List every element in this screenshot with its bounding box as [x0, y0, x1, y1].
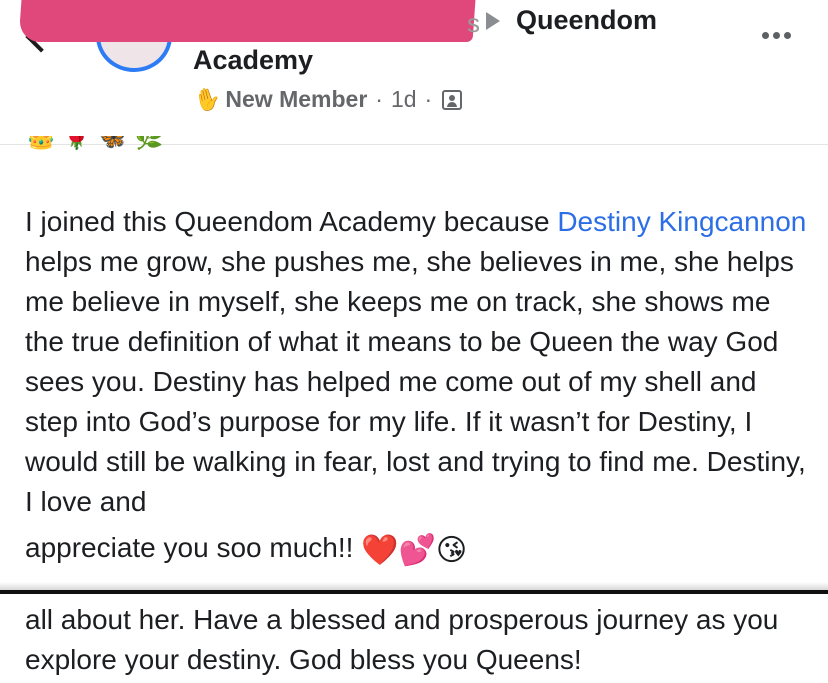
- screenshot-divider: [0, 590, 828, 594]
- group-name-continued[interactable]: Academy: [193, 45, 313, 76]
- post-time[interactable]: 1d: [391, 86, 417, 113]
- more-options-icon[interactable]: [762, 32, 791, 39]
- heart-emojis: ❤️💕😘: [361, 534, 468, 567]
- post-text: I joined this Queendom Academy because D…: [25, 202, 815, 571]
- post-text-intro: I joined this Queendom Academy because: [25, 206, 558, 237]
- post-header: s Queendom Academy ✋ New Member · 1d ·: [0, 0, 828, 145]
- emoji-strip: 👑🌹🦋🌿: [26, 136, 170, 158]
- member-badge[interactable]: New Member: [225, 86, 367, 113]
- screenshot-seam: [0, 582, 828, 590]
- meta-separator: ·: [424, 86, 433, 112]
- triangle-right-icon: [486, 12, 500, 30]
- more-dot: [773, 32, 780, 39]
- redacted-name-tail: s: [467, 8, 480, 38]
- waving-hand-icon: ✋: [191, 83, 225, 115]
- group-name[interactable]: Queendom: [516, 5, 657, 36]
- post-screenshot: s Queendom Academy ✋ New Member · 1d · 👑…: [0, 0, 828, 683]
- group-members-icon: [442, 89, 463, 110]
- post-meta: ✋ New Member · 1d ·: [191, 83, 463, 115]
- mention-link[interactable]: Destiny Kingcannon: [557, 206, 806, 237]
- post-text-main: helps me grow, she pushes me, she believ…: [25, 246, 806, 517]
- more-dot: [762, 32, 769, 39]
- second-post-text: all about her. Have a blessed and prospe…: [25, 604, 779, 675]
- redacted-author-name: [18, 0, 476, 42]
- post-closing-line: appreciate you soo much!! ❤️💕😘: [25, 528, 815, 571]
- emoji-strip-content: 👑🌹🦋🌿: [26, 136, 170, 151]
- more-dot: [784, 32, 791, 39]
- post-closing-text: appreciate you soo much!!: [25, 532, 362, 563]
- meta-separator: ·: [375, 86, 383, 112]
